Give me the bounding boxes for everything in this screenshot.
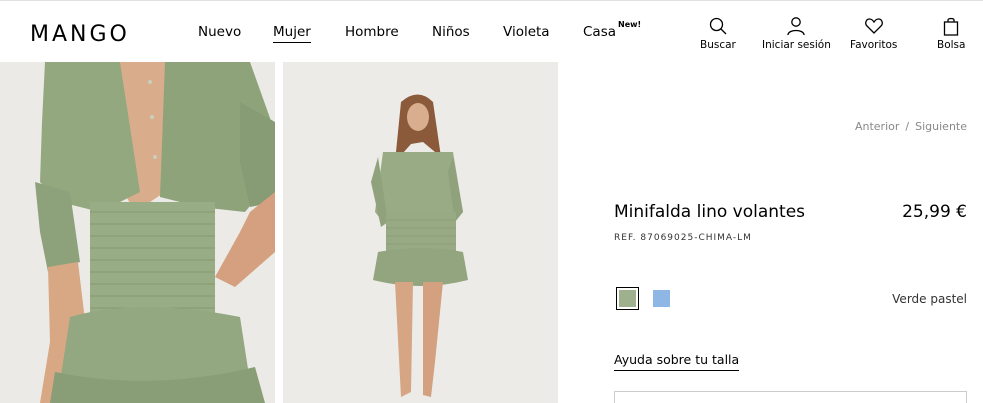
color-swatch-green[interactable]: [616, 287, 639, 310]
bag-button[interactable]: Bolsa: [937, 16, 965, 51]
color-swatch-blue[interactable]: [650, 287, 673, 310]
favorites-label: Favoritos: [850, 39, 898, 51]
product-pager: Anterior / Siguiente: [855, 120, 967, 133]
user-icon: [787, 17, 806, 36]
new-badge: New!: [618, 20, 642, 29]
product-price: 25,99 €: [902, 202, 967, 222]
nav-item-nuevo[interactable]: Nuevo: [198, 24, 241, 40]
mango-logo[interactable]: MANGO: [30, 22, 130, 47]
pager-separator: /: [905, 120, 910, 133]
swatch-fill-blue: [653, 290, 670, 307]
bag-label: Bolsa: [937, 39, 966, 51]
login-button[interactable]: Iniciar sesión: [762, 16, 831, 51]
product-image-closeup[interactable]: [0, 62, 275, 403]
nav-item-ninos[interactable]: Niños: [432, 24, 470, 40]
size-help-link[interactable]: Ayuda sobre tu talla: [614, 352, 740, 371]
nav-item-casa[interactable]: Casa New!: [583, 20, 641, 40]
nav-item-mujer[interactable]: Mujer: [273, 24, 311, 43]
product-reference: REF. 87069025-CHIMA-LM: [614, 233, 752, 243]
site-header: MANGO Nuevo Mujer Hombre Niños Violeta C…: [0, 4, 983, 62]
product-image-fullbody[interactable]: [283, 62, 558, 403]
search-icon: [709, 17, 727, 35]
favorites-button[interactable]: Favoritos: [850, 16, 897, 51]
bag-icon: [944, 17, 959, 36]
search-button[interactable]: Buscar: [700, 16, 736, 51]
heart-icon: [864, 18, 883, 34]
fullbody-illustration: [283, 62, 558, 403]
closeup-illustration: [0, 62, 275, 403]
next-link[interactable]: Siguiente: [915, 120, 967, 133]
previous-link[interactable]: Anterior: [855, 120, 899, 133]
selected-color-name: Verde pastel: [892, 292, 967, 306]
search-label: Buscar: [700, 39, 736, 51]
nav-item-violeta[interactable]: Violeta: [503, 24, 550, 40]
product-title: Minifalda lino volantes: [614, 202, 806, 222]
swatch-fill-green: [619, 290, 636, 307]
nav-item-hombre[interactable]: Hombre: [345, 24, 399, 40]
nav-item-casa-label: Casa: [583, 24, 617, 40]
login-label: Iniciar sesión: [762, 39, 831, 51]
size-selector[interactable]: [614, 391, 967, 403]
